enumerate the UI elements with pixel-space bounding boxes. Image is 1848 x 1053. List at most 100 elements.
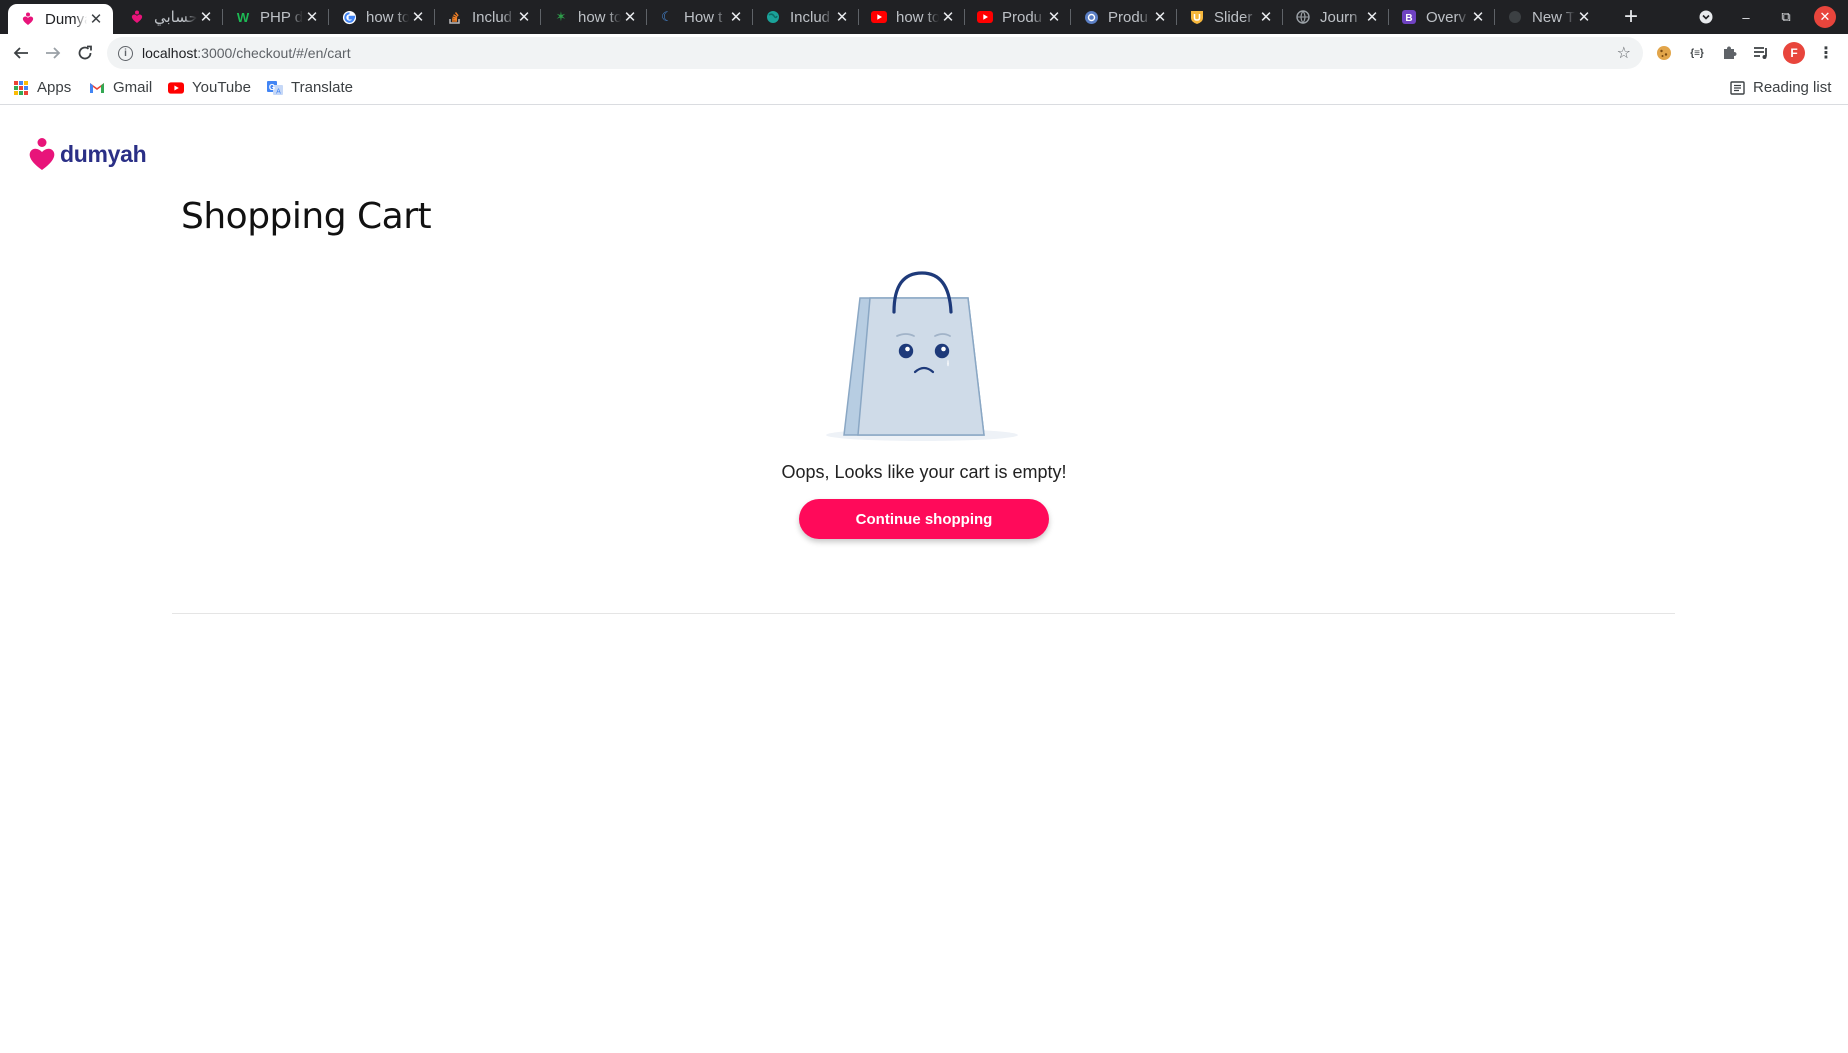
dumyah-logo[interactable]: dumyah [28,137,147,171]
right-eye [934,343,950,359]
shield-icon [1189,9,1205,25]
bookmarks-bar: Apps Gmail YouTube GA Translate Reading … [0,72,1848,105]
url-path: :3000/checkout/#/en/cart [197,45,351,61]
tab-close-icon[interactable]: ✕ [87,10,105,28]
reading-list-button[interactable]: Reading list [1729,79,1831,96]
tab-title: Dumyah [45,10,87,28]
tab-close-icon[interactable]: ✕ [197,8,215,26]
bootstrap-icon: B [1401,9,1417,25]
continue-shopping-button[interactable]: Continue shopping [799,499,1049,539]
tab-close-icon[interactable]: ✕ [939,8,957,26]
cookie-extension-icon[interactable] [1654,43,1674,63]
tab-slider[interactable]: Slider ✕ [1177,0,1283,34]
tab-howto-2[interactable]: ✶ how to ✕ [541,0,647,34]
tab-close-icon[interactable]: ✕ [833,8,851,26]
tab-title: Journ [1320,8,1358,26]
new-tab-button[interactable]: + [1616,0,1646,34]
tab-account[interactable]: حسابي ✕ [117,0,223,34]
extensions-puzzle-icon[interactable] [1719,43,1739,63]
bookmark-youtube[interactable]: YouTube [168,79,251,96]
profile-avatar[interactable]: F [1783,42,1805,64]
svg-text:B: B [1405,13,1412,24]
tab-close-icon[interactable]: ✕ [727,8,745,26]
green-star-icon: ✶ [555,9,567,24]
page-title: Shopping Cart [181,196,432,237]
footer-divider [172,613,1675,614]
tab-close-icon[interactable]: ✕ [1257,8,1275,26]
svg-text:G: G [269,83,275,92]
tab-google-search[interactable]: how to ✕ [329,0,435,34]
tab-title: how to [366,8,409,26]
translate-icon: GA [267,80,283,96]
bookmark-label: Apps [37,79,72,96]
tab-youtube-2[interactable]: Produ ✕ [965,0,1071,34]
tab-howto-3[interactable]: ☾ How t ✕ [647,0,753,34]
media-queue-icon[interactable] [1751,43,1771,63]
tab-close-icon[interactable]: ✕ [1151,8,1169,26]
browser-toolbar: i localhost:3000/checkout/#/en/cart ☆ {≡… [0,34,1848,72]
kebab-menu-icon[interactable]: ⋮ [1816,43,1836,63]
tab-title: Includ [790,8,831,26]
bookmark-label: Gmail [113,79,153,96]
tab-close-icon[interactable]: ✕ [1363,8,1381,26]
bookmark-label: Translate [291,79,353,96]
helm-icon [1083,9,1099,25]
dumyah-heart-icon [20,11,36,27]
tab-close-icon[interactable]: ✕ [1575,8,1593,26]
tab-php[interactable]: W PHP d ✕ [223,0,329,34]
moon-icon: ☾ [661,9,673,24]
tab-title: how to [578,8,621,26]
restore-icon[interactable]: ⧉ [1774,0,1798,34]
tab-close-icon[interactable]: ✕ [1469,8,1487,26]
tab-title: حسابي [154,9,197,26]
tab-stackoverflow[interactable]: Includ ✕ [435,0,541,34]
address-bar[interactable]: i localhost:3000/checkout/#/en/cart ☆ [107,37,1643,69]
gmail-icon [89,80,105,96]
globe-icon [1295,9,1311,25]
left-eye-highlight [905,346,910,352]
bookmark-translate[interactable]: GA Translate [267,79,353,96]
tab-close-icon[interactable]: ✕ [303,8,321,26]
bookmark-apps[interactable]: Apps [13,79,71,96]
back-arrow-icon [13,47,28,59]
right-eye-highlight [941,346,946,352]
youtube-icon [977,9,993,25]
tab-youtube-1[interactable]: how to ✕ [859,0,965,34]
tab-product-helm[interactable]: Produ ✕ [1071,0,1177,34]
bookmark-star-icon[interactable]: ☆ [1617,43,1631,63]
tab-title: how to [896,8,939,26]
tab-journal[interactable]: Journ ✕ [1283,0,1389,34]
newtab-icon [1507,9,1523,25]
tab-close-icon[interactable]: ✕ [1045,8,1063,26]
bookmark-gmail[interactable]: Gmail [89,79,152,96]
tab-dumyah[interactable]: Dumyah ✕ [8,4,113,34]
reload-icon [78,45,92,60]
reload-button[interactable] [72,40,98,66]
tab-title: Slider [1214,8,1253,26]
url-text[interactable]: localhost:3000/checkout/#/en/cart [142,45,351,61]
forward-button[interactable] [40,40,66,66]
json-extension-icon[interactable]: {≡} [1687,43,1707,63]
dumyah-heart-icon [129,9,145,25]
tab-close-icon[interactable]: ✕ [515,8,533,26]
apps-grid-icon [13,80,29,96]
google-icon [341,9,357,25]
tab-close-icon[interactable]: ✕ [621,8,639,26]
tab-new-tab[interactable]: New T ✕ [1495,0,1601,34]
youtube-icon [168,80,184,96]
tab-title: Includ [472,8,513,26]
tab-include-2[interactable]: Includ ✕ [753,0,859,34]
logo-wordmark: dumyah [60,140,147,167]
back-button[interactable] [8,40,34,66]
w-logo-icon: W [236,9,250,25]
site-info-icon[interactable]: i [118,45,133,61]
logo-heart-icon [29,138,55,170]
minimize-icon[interactable]: – [1734,0,1758,34]
stackoverflow-icon [447,9,463,25]
tab-search-icon[interactable] [1694,0,1718,34]
reading-list-icon [1729,80,1745,96]
window-close-button[interactable]: ✕ [1813,0,1837,34]
youtube-icon [871,9,887,25]
tab-overview[interactable]: B Overv ✕ [1389,0,1495,34]
tab-close-icon[interactable]: ✕ [409,8,427,26]
